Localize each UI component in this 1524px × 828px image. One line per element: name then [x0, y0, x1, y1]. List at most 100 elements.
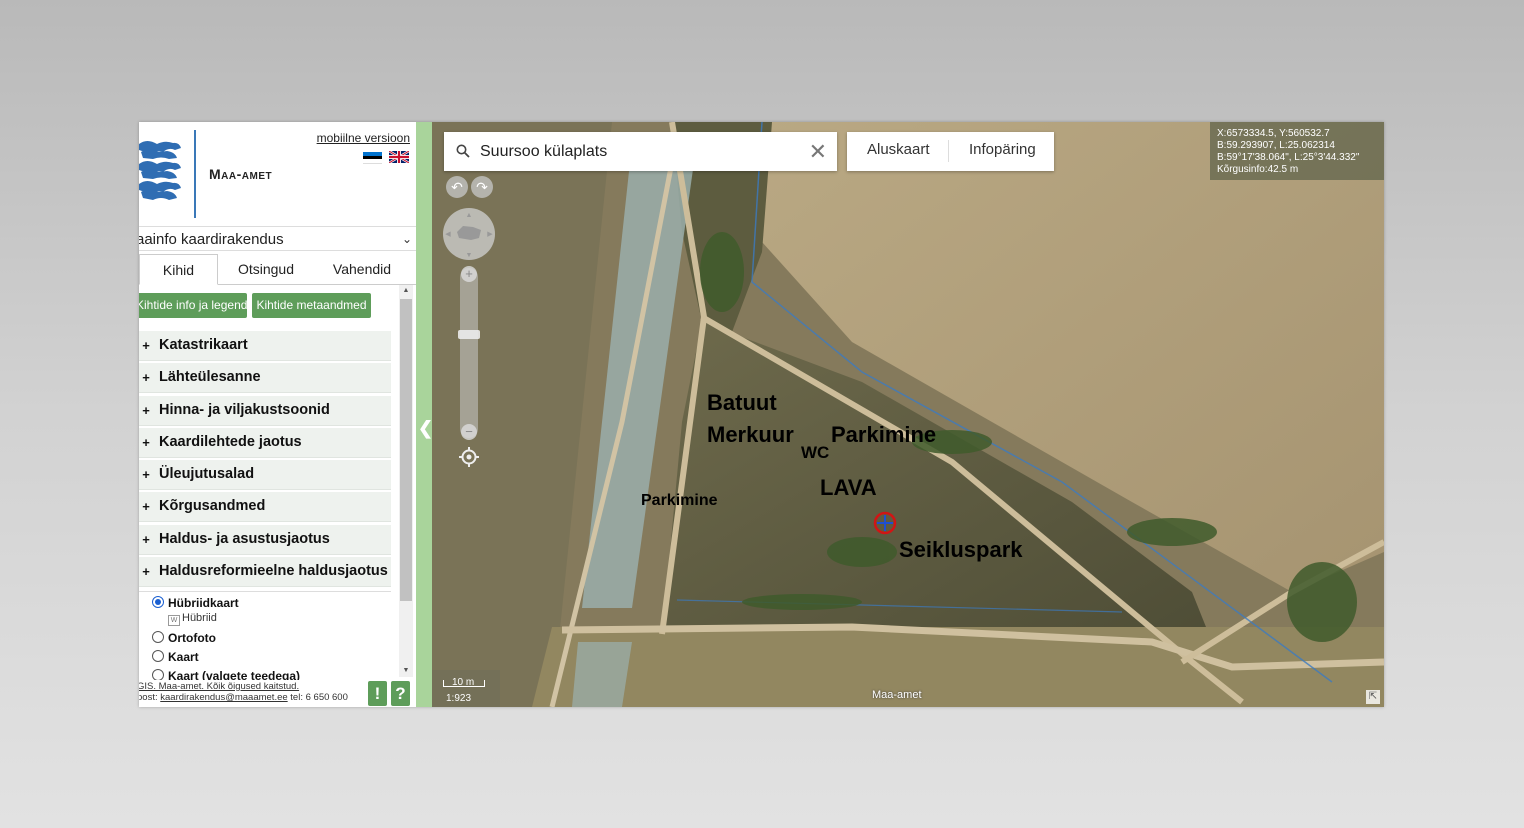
- expand-icon: +: [142, 338, 150, 353]
- expand-icon: +: [142, 564, 150, 580]
- email-prefix: post:: [139, 692, 158, 703]
- svg-text:◀: ◀: [445, 231, 451, 238]
- feedback-button[interactable]: !: [368, 681, 387, 706]
- map-view[interactable]: Suursoo külaplats ✕ Aluskaart Infopäring…: [432, 122, 1384, 707]
- redo-icon[interactable]: ↷: [471, 176, 493, 198]
- scroll-up-icon[interactable]: ▲: [399, 285, 413, 297]
- copyright-link[interactable]: GIS. Maa-amet. Kõik õigused kaitstud.: [139, 681, 299, 692]
- expand-icon: +: [142, 434, 150, 450]
- sidebar-collapse-toggle[interactable]: ❮: [416, 122, 434, 707]
- footer: GIS. Maa-amet. Kõik õigused kaitstud. po…: [139, 681, 348, 703]
- layer-item-haldus-asustusjaotus[interactable]: + Haldus- ja asustusjaotus: [139, 524, 391, 555]
- tab-otsingud[interactable]: Otsingud: [226, 254, 306, 284]
- info-query-button[interactable]: Infopäring: [969, 132, 1036, 168]
- search-icon: [456, 144, 470, 158]
- coat-of-arms-logo: [139, 141, 181, 200]
- search-box[interactable]: Suursoo külaplats ✕: [444, 132, 837, 171]
- toolbar-separator: [948, 140, 949, 162]
- layer-item-hinna-viljakustsoonid[interactable]: + Hinna- ja viljakustsoonid: [139, 395, 391, 426]
- search-input[interactable]: Suursoo külaplats: [480, 132, 607, 171]
- sublayer-label: Hübriid: [182, 612, 217, 624]
- coords-decimal: B:59.293907, L:25.062314: [1217, 140, 1335, 151]
- map-label-parkimine-north: Parkimine: [831, 422, 937, 447]
- layer-label: Lähteülesanne: [159, 369, 261, 386]
- map-label-parkimine-west: Parkimine: [641, 492, 718, 509]
- map-attribution: Maa-amet: [872, 689, 922, 701]
- layer-label: Haldus- ja asustusjaotus: [159, 530, 330, 547]
- radio-icon: [152, 631, 164, 643]
- expand-icon: +: [142, 467, 150, 483]
- map-label-lava: LAVA: [820, 475, 877, 500]
- aerial-imagery: [432, 122, 1384, 707]
- coordinate-readout: X:6573334.5, Y:560532.7 B:59.293907, L:2…: [1210, 122, 1384, 180]
- radio-label: Kaart (valgete teedega): [168, 669, 301, 680]
- basemap-radio-map[interactable]: Kaart: [152, 650, 199, 664]
- zoom-out-icon[interactable]: −: [461, 424, 477, 440]
- layer-item-haldusreformieelne[interactable]: + Haldusreformieelne haldusjaotus: [139, 557, 391, 588]
- coords-height: Kõrgusinfo:42.5 m: [1217, 164, 1299, 175]
- application-selector-value: aainfo kaardirakendus: [139, 231, 284, 248]
- expand-icon: +: [142, 531, 150, 547]
- layer-label: Kõrgusandmed: [159, 498, 266, 515]
- location-marker-icon[interactable]: [873, 511, 897, 535]
- map-label-merkuur: Merkuur: [707, 422, 794, 447]
- coords-dms: B:59°17'38.064", L:25°3'44.332": [1217, 152, 1360, 163]
- expand-overview-icon[interactable]: ⇱: [1366, 690, 1380, 704]
- tab-vahendid[interactable]: Vahendid: [322, 254, 402, 284]
- radio-icon: [152, 650, 164, 662]
- layer-thumbnail-icon: W: [168, 615, 180, 626]
- layer-metadata-button[interactable]: Kihtide metaandmed: [252, 293, 371, 318]
- chevron-down-icon: ⌄: [401, 232, 412, 246]
- map-label-batuut: Batuut: [707, 390, 777, 415]
- estonian-flag-icon[interactable]: [363, 152, 382, 164]
- uk-flag-icon[interactable]: [389, 151, 409, 163]
- layer-label: Katastrikaart: [159, 337, 248, 353]
- scale-ratio: 1:923: [446, 693, 472, 704]
- zoom-slider[interactable]: [460, 268, 478, 438]
- tab-kihid[interactable]: Kihid: [139, 254, 218, 285]
- layer-label: Haldusreformieelne haldusjaotus: [159, 563, 388, 580]
- help-button[interactable]: ?: [391, 681, 410, 706]
- svg-text:▶: ▶: [487, 231, 493, 238]
- application-selector[interactable]: aainfo kaardirakendus ⌄: [139, 226, 416, 251]
- map-label-wc: WC: [801, 443, 830, 462]
- brand-name: Maa-amet: [209, 166, 273, 182]
- mobile-version-link[interactable]: mobiilne versioon: [317, 131, 410, 145]
- radio-label: Kaart: [168, 650, 199, 664]
- basemap-radio-hybrid[interactable]: Hübriidkaart: [152, 596, 239, 610]
- expand-icon: +: [142, 499, 150, 515]
- layer-label: Hinna- ja viljakustsoonid: [159, 401, 330, 418]
- coords-xy: X:6573334.5, Y:560532.7: [1217, 128, 1330, 139]
- basemap-radio-map-white[interactable]: Kaart (valgete teedega): [152, 669, 300, 680]
- basemap-radio-ortho[interactable]: Ortofoto: [152, 631, 216, 645]
- scroll-down-icon[interactable]: ▼: [399, 665, 413, 677]
- zoom-in-icon[interactable]: +: [461, 266, 477, 282]
- hybrid-sublayer[interactable]: W Hübriid: [168, 612, 217, 626]
- layer-info-legend-button[interactable]: Kihtide info ja legend: [139, 293, 247, 318]
- section-divider: [139, 591, 391, 592]
- scrollbar-thumb[interactable]: [400, 299, 412, 601]
- layer-item-uleujutusalad[interactable]: + Üleujutusalad: [139, 460, 391, 491]
- undo-icon[interactable]: ↶: [446, 176, 468, 198]
- expand-icon: +: [142, 402, 150, 418]
- sidebar: Maa-amet mobiilne versioon aainfo kaardi…: [139, 122, 416, 707]
- chevron-left-icon: ❮: [418, 418, 434, 438]
- scale-bar: 10 m 1:923: [432, 670, 500, 707]
- scale-bar-line: [443, 680, 485, 687]
- sidebar-scrollbar[interactable]: ▲ ▼: [399, 285, 413, 677]
- basemap-button[interactable]: Aluskaart: [867, 132, 930, 168]
- zoom-slider-handle[interactable]: [458, 330, 480, 339]
- svg-text:▼: ▼: [466, 252, 473, 259]
- estonia-map-icon: ▲ ▼ ◀ ▶: [445, 212, 493, 259]
- locate-me-icon[interactable]: [459, 447, 479, 467]
- clear-search-icon[interactable]: ✕: [809, 132, 827, 171]
- pan-control[interactable]: ▲ ▼ ◀ ▶: [443, 208, 495, 260]
- layer-item-korgusandmed[interactable]: + Kõrgusandmed: [139, 492, 391, 523]
- layer-item-lahteulesanne[interactable]: + Lähteülesanne: [139, 363, 391, 394]
- layer-item-katastrikaart[interactable]: + Katastrikaart: [139, 331, 391, 361]
- email-link[interactable]: kaardirakendus@maaamet.ee: [160, 692, 287, 703]
- layer-item-kaardilehtede-jaotus[interactable]: + Kaardilehtede jaotus: [139, 427, 391, 458]
- radio-label: Ortofoto: [168, 631, 216, 645]
- svg-text:▲: ▲: [466, 212, 473, 219]
- radio-checked-icon: [152, 596, 164, 608]
